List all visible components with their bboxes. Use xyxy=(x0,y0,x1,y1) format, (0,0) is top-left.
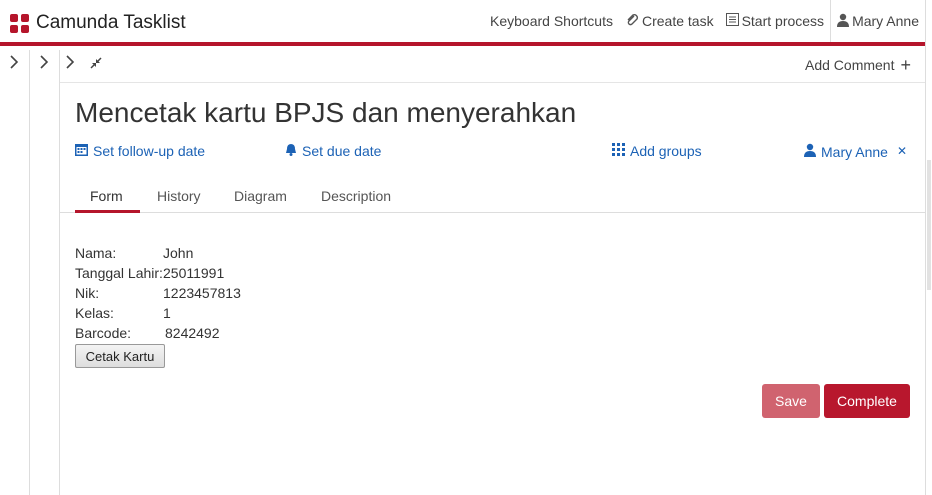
expand-filters-icon[interactable] xyxy=(9,55,19,74)
task-tabs: Form History Diagram Description xyxy=(60,183,925,213)
chevron-right-icon[interactable] xyxy=(65,55,75,74)
create-task-label: Create task xyxy=(641,13,714,29)
add-groups-link[interactable]: Add groups xyxy=(612,143,702,159)
brand[interactable]: Camunda Tasklist xyxy=(10,12,186,34)
filters-column-collapsed xyxy=(0,50,30,495)
list-icon xyxy=(725,13,739,29)
tab-form[interactable]: Form xyxy=(90,188,123,204)
field-label: Tanggal Lahir: xyxy=(75,265,163,281)
compress-icon[interactable] xyxy=(90,57,102,72)
assignee-name: Mary Anne xyxy=(821,143,888,160)
field-label: Kelas: xyxy=(75,305,114,321)
tab-description[interactable]: Description xyxy=(321,188,391,204)
add-groups-label: Add groups xyxy=(630,143,702,159)
field-label: Nama: xyxy=(75,245,117,261)
task-toolbar: Add Comment + xyxy=(60,50,925,83)
app-title: Camunda Tasklist xyxy=(36,12,186,33)
tab-history[interactable]: History xyxy=(157,188,201,204)
field-value: John xyxy=(163,245,194,261)
task-actions: Set follow-up date Set due date Add grou… xyxy=(75,143,910,161)
expand-list-icon[interactable] xyxy=(39,55,49,74)
due-date-label: Set due date xyxy=(302,143,382,159)
complete-button[interactable]: Complete xyxy=(824,384,910,418)
user-icon xyxy=(804,143,816,160)
assignee-link[interactable]: Mary Anne xyxy=(804,143,888,160)
user-icon xyxy=(837,13,850,30)
field-value: 1223457813 xyxy=(163,285,241,301)
active-tab-indicator xyxy=(75,210,140,213)
set-follow-up-date-link[interactable]: Set follow-up date xyxy=(75,143,205,159)
header-nav: Keyboard Shortcuts Create task Start pro… xyxy=(484,0,925,42)
task-title: Mencetak kartu BPJS dan menyerahkan xyxy=(75,97,577,128)
create-task-link[interactable]: Create task xyxy=(619,0,720,42)
add-comment-label: Add Comment xyxy=(805,57,895,73)
save-button[interactable]: Save xyxy=(762,384,820,418)
bell-icon xyxy=(285,143,297,159)
tab-diagram[interactable]: Diagram xyxy=(234,188,287,204)
list-column-collapsed xyxy=(30,50,60,495)
scrollbar[interactable] xyxy=(927,160,931,290)
field-value: 8242492 xyxy=(165,325,220,341)
follow-up-label: Set follow-up date xyxy=(93,143,206,159)
calendar-icon xyxy=(75,143,88,159)
grid-icon xyxy=(612,143,625,159)
field-value: 25011991 xyxy=(163,265,225,281)
cetak-kartu-button[interactable]: Cetak Kartu xyxy=(75,344,165,368)
keyboard-shortcuts-label: Keyboard Shortcuts xyxy=(490,13,613,29)
keyboard-shortcuts-link[interactable]: Keyboard Shortcuts xyxy=(484,0,619,42)
user-menu[interactable]: Mary Anne xyxy=(830,0,925,42)
camunda-logo-icon xyxy=(10,13,29,33)
field-label: Barcode: xyxy=(75,325,132,341)
start-process-link[interactable]: Start process xyxy=(720,0,830,42)
close-icon[interactable]: ✕ xyxy=(897,144,907,158)
start-process-label: Start process xyxy=(741,13,825,29)
add-comment-button[interactable]: Add Comment + xyxy=(805,55,911,75)
paperclip-icon xyxy=(625,13,639,30)
set-due-date-link[interactable]: Set due date xyxy=(285,143,381,159)
plus-icon: + xyxy=(900,55,911,75)
field-value: 1 xyxy=(163,305,171,321)
user-name: Mary Anne xyxy=(852,13,919,29)
app-header: Camunda Tasklist Keyboard Shortcuts Crea… xyxy=(0,0,925,46)
field-label: Nik: xyxy=(75,285,100,301)
